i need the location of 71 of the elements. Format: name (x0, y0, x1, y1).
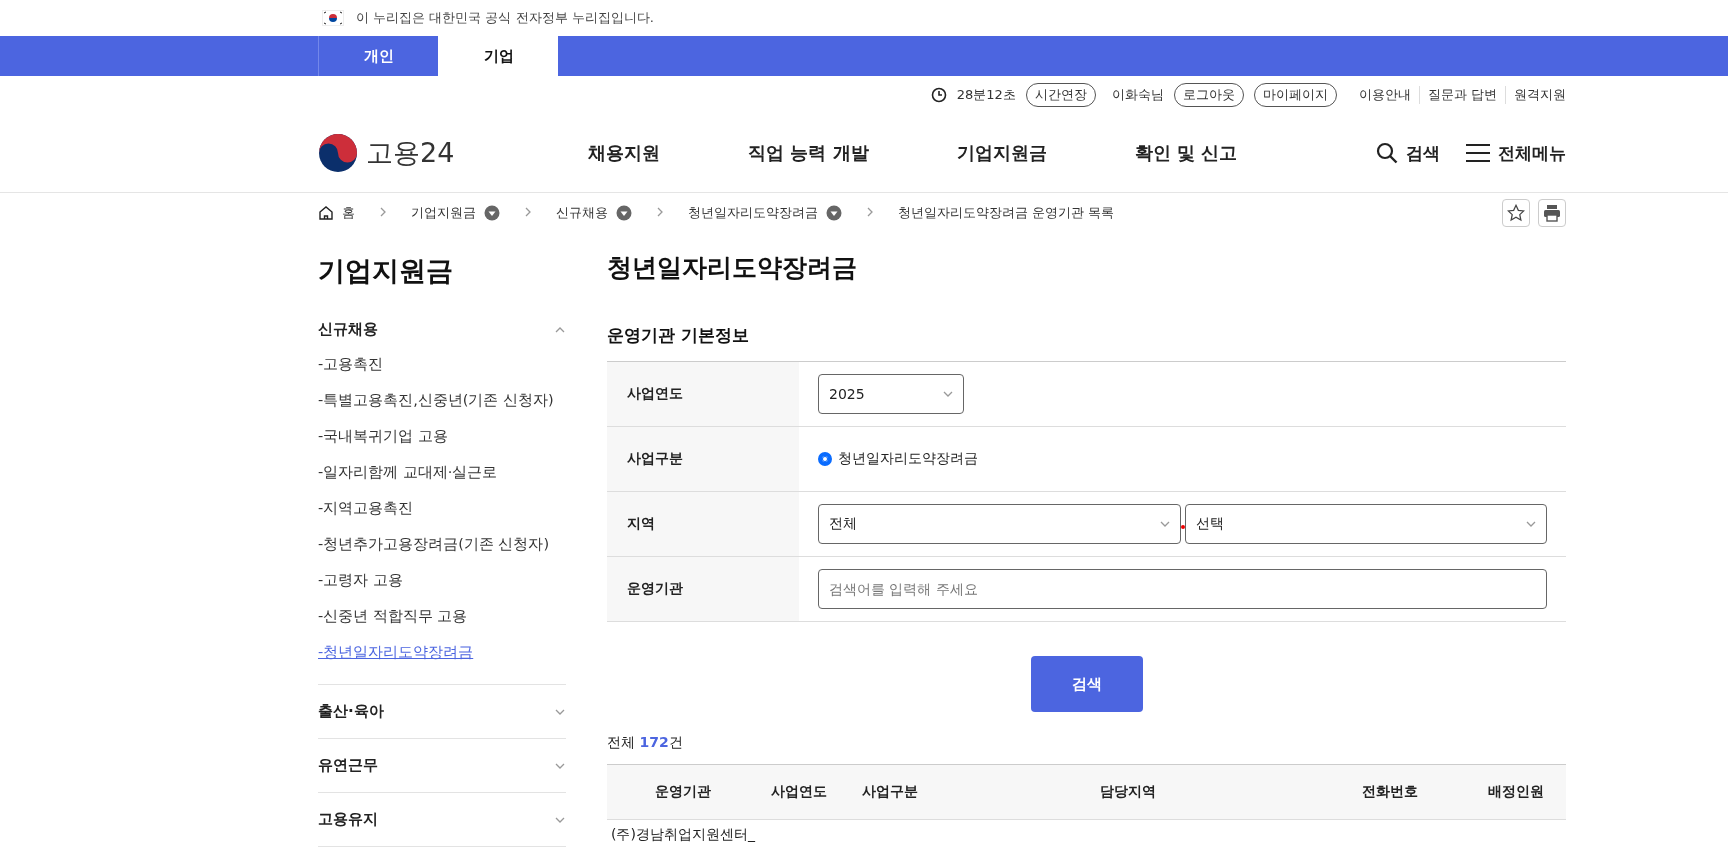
section-title: 운영기관 기본정보 (607, 324, 750, 347)
column-header: 전화번호 (1314, 764, 1466, 820)
sidebar-item[interactable]: -일자리함께 교대제·실근로 (318, 462, 498, 482)
extend-time-button[interactable]: 시간연장 (1025, 83, 1096, 107)
utility-link[interactable]: 원격지원 (1505, 86, 1566, 104)
search-button[interactable]: 검색 (1030, 656, 1143, 712)
column-header: 운영기관 (607, 764, 759, 820)
year-select[interactable]: 2025 (818, 374, 964, 414)
sidebar-item[interactable]: -국내복귀기업 고용 (318, 426, 448, 446)
form-label: 운영기관 (607, 557, 799, 621)
type-radio[interactable]: 청년일자리도약장려금 (818, 450, 978, 468)
agency-input[interactable]: 검색어를 입력해 주세요 (818, 569, 1547, 609)
sidebar-item[interactable]: -지역고용촉진 (318, 498, 414, 518)
clock-icon (930, 87, 947, 103)
form-label: 사업연도 (607, 362, 799, 426)
breadcrumb-current: 청년일자리도약장려금 운영기관 목록 (898, 204, 1115, 222)
sidebar-item[interactable]: -청년추가고용장려금(기존 신청자) (318, 534, 550, 554)
main-nav-link[interactable]: 직업 능력 개발 (748, 141, 869, 165)
form-label: 지역 (607, 492, 799, 556)
search-link[interactable]: 검색 (1376, 141, 1440, 165)
main-nav-link[interactable]: 기업지원금 (956, 141, 1047, 165)
dropdown-circle-icon (484, 205, 500, 221)
print-icon (1543, 204, 1561, 222)
sidebar-group[interactable]: 유연근무 (318, 739, 566, 792)
logo-emblem-icon (318, 133, 358, 173)
required-dot (1180, 525, 1185, 529)
gov-notice: 이 누리집은 대한민국 공식 전자정부 누리집입니다. (356, 9, 654, 27)
column-header: 배정인원 (1466, 764, 1566, 820)
breadcrumb-link[interactable]: 청년일자리도약장려금 (688, 204, 842, 222)
search-icon (1376, 142, 1398, 164)
favorite-button[interactable] (1502, 199, 1530, 227)
breadcrumb-link[interactable]: 기업지원금 (411, 204, 500, 222)
main-nav-link[interactable]: 확인 및 신고 (1134, 141, 1238, 165)
sidebar-item[interactable]: -고용촉진 (318, 354, 384, 374)
flag-icon (322, 10, 344, 26)
logout-button[interactable]: 로그아웃 (1173, 83, 1244, 107)
dropdown-circle-icon (616, 205, 632, 221)
result-count: 전체 172건 (607, 734, 684, 752)
sidebar-item[interactable]: -청년일자리도약장려금 (318, 642, 474, 662)
menu-icon (1466, 143, 1490, 163)
region-select[interactable]: 선택 (1184, 504, 1547, 544)
all-menu-link[interactable]: 전체메뉴 (1466, 141, 1566, 165)
star-icon (1507, 204, 1525, 222)
logo-text[interactable]: 고용24 (366, 135, 455, 171)
session-timer: 28분12초 (956, 86, 1016, 104)
sidebar-group[interactable]: 신규채용 (318, 303, 566, 356)
column-header: 사업구분 (839, 764, 941, 820)
mypage-button[interactable]: 마이페이지 (1253, 83, 1337, 107)
sidebar-group[interactable]: 출산·육아 (318, 685, 566, 738)
sidebar-item[interactable]: -고령자 고용 (318, 570, 403, 590)
page-title: 청년일자리도약장려금 (607, 252, 858, 284)
sidebar-group[interactable]: 고용유지 (318, 793, 566, 846)
dropdown-circle-icon (826, 205, 842, 221)
audience-tab[interactable]: 기업 (438, 36, 558, 76)
user-name: 이화숙님 (1111, 86, 1164, 104)
utility-link[interactable]: 질문과 답변 (1418, 86, 1505, 104)
sidebar-item[interactable]: -신중년 적합직무 고용 (318, 606, 468, 626)
breadcrumb-home-link[interactable]: 홈 (318, 204, 355, 222)
breadcrumb-link[interactable]: 신규채용 (556, 204, 632, 222)
sidebar-item[interactable]: -특별고용촉진,신중년(기존 신청자) (318, 390, 554, 410)
region-select[interactable]: 전체 (818, 504, 1181, 544)
sidebar-title: 기업지원금 (318, 254, 454, 288)
home-icon (318, 205, 334, 221)
form-label: 사업구분 (607, 427, 799, 491)
radio-dot[interactable] (818, 452, 832, 466)
utility-link[interactable]: 이용안내 (1350, 86, 1419, 104)
column-header: 담당지역 (941, 764, 1314, 820)
column-header: 사업연도 (759, 764, 839, 820)
table-cell: (주)경남취업지원센터_ (607, 819, 759, 846)
print-button[interactable] (1538, 199, 1566, 227)
main-nav-link[interactable]: 채용지원 (588, 141, 660, 165)
